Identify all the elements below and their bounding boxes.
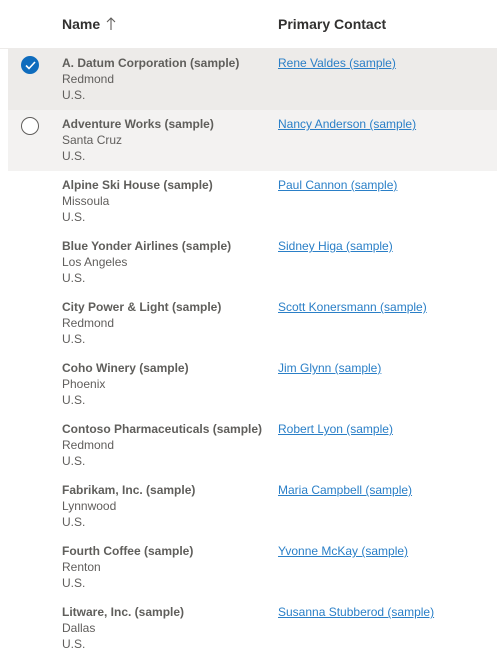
account-name: A. Datum Corporation (sample): [62, 56, 240, 70]
table-row[interactable]: City Power & Light (sample) Redmond U.S. Sc…: [8, 293, 497, 354]
table-row[interactable]: Litware, Inc. (sample) Dallas U.S. Susanna …: [8, 598, 497, 659]
table-row[interactable]: Contoso Pharmaceuticals (sample) Redmond U…: [8, 415, 497, 476]
account-name: Coho Winery (sample): [62, 361, 189, 375]
account-city: Dallas: [62, 621, 96, 635]
checkmark-circle-icon[interactable]: [21, 56, 39, 74]
primary-contact-link[interactable]: Susanna Stubberod (sample): [278, 605, 434, 619]
primary-contact-link[interactable]: Rene Valdes (sample): [278, 56, 396, 70]
account-name: City Power & Light (sample): [62, 300, 222, 314]
account-country: U.S.: [62, 576, 86, 590]
account-name: Alpine Ski House (sample): [62, 178, 213, 192]
account-city: Redmond: [62, 316, 115, 330]
primary-contact-link[interactable]: Sidney Higa (sample): [278, 239, 393, 253]
account-city: Santa Cruz: [62, 133, 123, 147]
account-grid: A. Datum Corporation (sample) Redmond U.S.…: [0, 49, 497, 659]
primary-contact-link[interactable]: Scott Konersmann (sample): [278, 300, 427, 314]
account-city: Redmond: [62, 72, 115, 86]
account-country: U.S.: [62, 637, 86, 651]
primary-contact-link[interactable]: Yvonne McKay (sample): [278, 544, 408, 558]
column-header-name[interactable]: Name: [62, 16, 116, 32]
account-city: Renton: [62, 560, 101, 574]
column-header-primary-contact[interactable]: Primary Contact: [278, 16, 386, 32]
table-row[interactable]: A. Datum Corporation (sample) Redmond U.S.…: [8, 49, 497, 110]
table-row[interactable]: Blue Yonder Airlines (sample) Los Angeles…: [8, 232, 497, 293]
account-country: U.S.: [62, 88, 86, 102]
primary-contact-link[interactable]: Jim Glynn (sample): [278, 361, 381, 375]
grid-header: Name Primary Contact: [0, 0, 497, 49]
account-country: U.S.: [62, 271, 86, 285]
account-name: Blue Yonder Airlines (sample): [62, 239, 232, 253]
account-name: Contoso Pharmaceuticals (sample): [62, 422, 263, 436]
account-country: U.S.: [62, 454, 86, 468]
account-city: Los Angeles: [62, 255, 128, 269]
column-header-name-label: Name: [62, 16, 101, 32]
account-country: U.S.: [62, 210, 86, 224]
account-city: Missoula: [62, 194, 110, 208]
account-name: Fabrikam, Inc. (sample): [62, 483, 196, 497]
account-city: Lynnwood: [62, 499, 117, 513]
table-row[interactable]: Alpine Ski House (sample) Missoula U.S. Pau…: [8, 171, 497, 232]
primary-contact-link[interactable]: Paul Cannon (sample): [278, 178, 397, 192]
table-row[interactable]: Coho Winery (sample) Phoenix U.S. Jim Glynn…: [8, 354, 497, 415]
account-city: Redmond: [62, 438, 115, 452]
account-name: Litware, Inc. (sample): [62, 605, 185, 619]
circle-icon[interactable]: [21, 117, 39, 135]
account-country: U.S.: [62, 332, 86, 346]
table-row[interactable]: Adventure Works (sample) Santa Cruz U.S. Na…: [8, 110, 497, 171]
account-country: U.S.: [62, 149, 86, 163]
primary-contact-link[interactable]: Nancy Anderson (sample): [278, 117, 416, 131]
arrow-up-icon: [106, 17, 116, 31]
table-row[interactable]: Fourth Coffee (sample) Renton U.S. Yvonne M…: [8, 537, 497, 598]
table-row[interactable]: Fabrikam, Inc. (sample) Lynnwood U.S. Maria…: [8, 476, 497, 537]
account-name: Adventure Works (sample): [62, 117, 214, 131]
account-country: U.S.: [62, 393, 86, 407]
account-country: U.S.: [62, 515, 86, 529]
account-city: Phoenix: [62, 377, 106, 391]
primary-contact-link[interactable]: Maria Campbell (sample): [278, 483, 412, 497]
primary-contact-link[interactable]: Robert Lyon (sample): [278, 422, 393, 436]
account-name: Fourth Coffee (sample): [62, 544, 194, 558]
